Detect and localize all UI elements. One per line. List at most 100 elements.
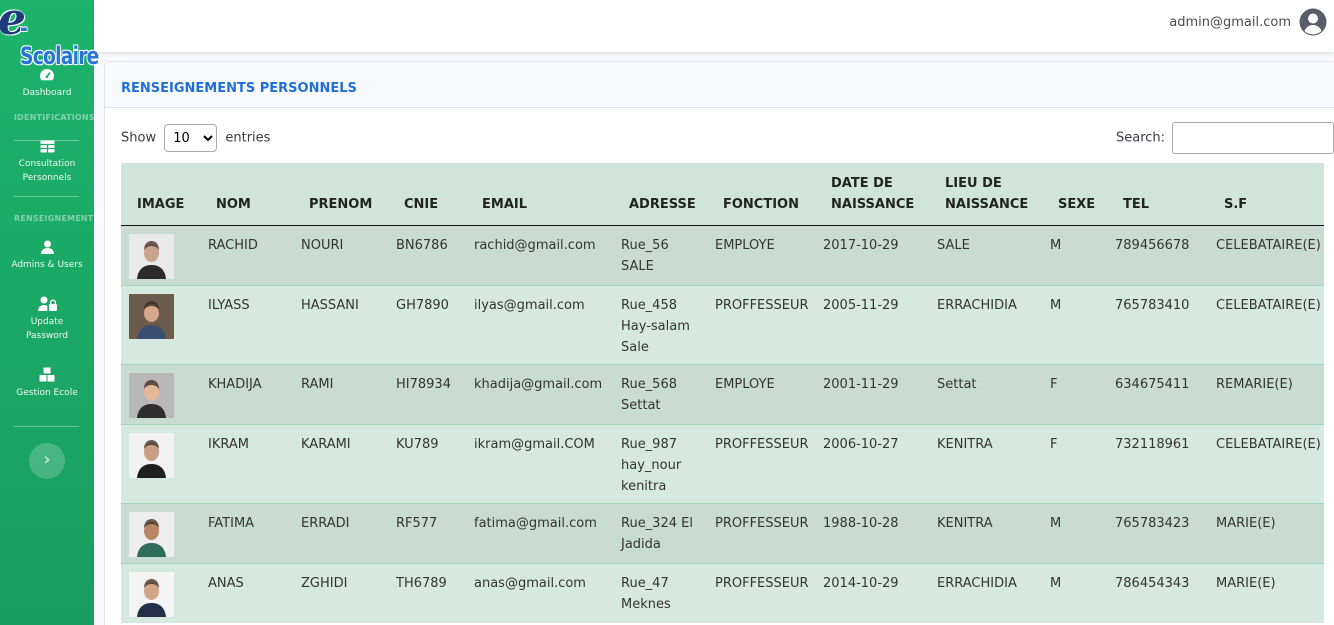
chevron-right-icon: › — [43, 449, 51, 470]
sidebar-item-admins-users[interactable]: Admins & Users — [0, 240, 94, 272]
cell-fonction: PROFFESSEUR — [707, 562, 815, 623]
table-row[interactable]: ANAS ZGHIDI TH6789 anas@gmail.com Rue_47 Mek… — [121, 562, 1324, 623]
cell-cnie: BN6786 — [388, 224, 466, 285]
cell-lieu: ERRACHIDIA — [929, 562, 1042, 623]
cell-email: fatima@gmail.com — [466, 502, 613, 563]
column-header-nom[interactable]: NOM — [200, 163, 293, 226]
sidebar-item-update-password[interactable]: Update Password — [0, 296, 94, 343]
cell-date: 2014-10-29 — [815, 562, 929, 623]
cell-email: khadija@gmail.com — [466, 363, 613, 424]
cell-prenom: KARAMI — [293, 423, 388, 503]
cell-nom: FATIMA — [200, 502, 293, 563]
column-header-prenom[interactable]: PRENOM — [293, 163, 388, 226]
table-body: RACHID NOURI BN6786 rachid@gmail.com Rue_56 … — [121, 224, 1324, 623]
table-row[interactable]: RACHID NOURI BN6786 rachid@gmail.com Rue_56 … — [121, 224, 1324, 285]
cell-prenom: RAMI — [293, 363, 388, 424]
search-input[interactable] — [1172, 122, 1334, 154]
table-icon — [40, 140, 54, 153]
cell-fonction: PROFFESSEUR — [707, 502, 815, 563]
column-header-fonction[interactable]: FONCTION — [707, 163, 815, 226]
cell-adresse: Rue_568 Settat — [613, 363, 707, 424]
entries-select[interactable]: 102550100 — [164, 124, 218, 152]
cell-lieu: SALE — [929, 224, 1042, 285]
table-row[interactable]: ILYASS HASSANI GH7890 ilyas@gmail.com Rue_45… — [121, 284, 1324, 364]
cell-adresse: Rue_56 SALE — [613, 224, 707, 285]
cubes-icon — [39, 367, 55, 382]
cell-tel: 765783410 — [1107, 284, 1208, 364]
column-header-tel[interactable]: TEL — [1107, 163, 1208, 226]
column-header-cnie[interactable]: CNIE — [388, 163, 466, 226]
cell-nom: KHADIJA — [200, 363, 293, 424]
cell-date: 2001-11-29 — [815, 363, 929, 424]
cell-date: 2017-10-29 — [815, 224, 929, 285]
table-row[interactable]: FATIMA ERRADI RF577 fatima@gmail.com Rue_324… — [121, 502, 1324, 563]
cell-adresse: Rue_324 El Jadida — [613, 502, 707, 563]
table-row[interactable]: IKRAM KARAMI KU789 ikram@gmail.COM Rue_987 h… — [121, 423, 1324, 503]
show-label: Show — [121, 130, 157, 146]
sidebar-divider — [14, 426, 79, 427]
profile-photo — [129, 372, 174, 418]
cell-fonction: PROFFESSEUR — [707, 423, 815, 503]
cell-image — [121, 363, 200, 424]
cell-nom: RACHID — [200, 224, 293, 285]
cell-nom: ANAS — [200, 562, 293, 623]
column-header-sexe[interactable]: SEXE — [1042, 163, 1107, 226]
cell-adresse: Rue_47 Meknes — [613, 562, 707, 623]
cell-sexe: M — [1042, 562, 1107, 623]
column-header-adresse[interactable]: ADRESSE — [613, 163, 707, 226]
column-header-date-naissance[interactable]: DATE DE NAISSANCE — [815, 163, 929, 226]
cell-prenom: ZGHIDI — [293, 562, 388, 623]
cell-sexe: F — [1042, 363, 1107, 424]
cell-image — [121, 562, 200, 623]
card-header: RENSEIGNEMENTS PERSONNELS — [105, 62, 1334, 108]
search-control: Search: — [1116, 122, 1334, 154]
cell-tel: 786454343 — [1107, 562, 1208, 623]
cell-fonction: EMPLOYE — [707, 224, 815, 285]
table-header: IMAGE NOM PRENOM CNIE EMAIL ADRESSE FONC… — [121, 163, 1324, 226]
brand-logo[interactable]: e -Scolaire — [0, 0, 104, 70]
cell-lieu: KENITRA — [929, 423, 1042, 503]
sidebar-item-gestion-ecole[interactable]: Gestion Ecole — [0, 367, 94, 400]
column-header-lieu-naissance[interactable]: LIEU DE NAISSANCE — [929, 163, 1042, 226]
cell-email: ikram@gmail.COM — [466, 423, 613, 503]
sidebar-heading-identifications: IDENTIFICATIONS — [14, 113, 95, 122]
cell-fonction: PROFFESSEUR — [707, 284, 815, 364]
cell-tel: 732118961 — [1107, 423, 1208, 503]
cell-cnie: TH6789 — [388, 562, 466, 623]
sidebar-toggle-button[interactable]: › — [29, 443, 65, 479]
cell-lieu: Settat — [929, 363, 1042, 424]
cell-cnie: GH7890 — [388, 284, 466, 364]
column-header-sf[interactable]: S.F — [1208, 163, 1324, 226]
cell-adresse: Rue_987 hay_nour kenitra — [613, 423, 707, 503]
cell-fonction: EMPLOYE — [707, 363, 815, 424]
profile-photo — [129, 432, 174, 478]
cell-cnie: KU789 — [388, 423, 466, 503]
entries-label: entries — [225, 130, 271, 146]
sidebar-heading-renseignements: RENSEIGNEMENTS — [14, 214, 100, 223]
search-label: Search: — [1116, 130, 1166, 146]
cell-sf: MARIE(E) — [1208, 502, 1324, 563]
cell-sexe: F — [1042, 423, 1107, 503]
column-header-email[interactable]: EMAIL — [466, 163, 613, 226]
sidebar-divider — [14, 196, 79, 197]
table-row[interactable]: KHADIJA RAMI HI78934 khadija@gmail.com Rue_5… — [121, 363, 1324, 424]
entries-length-control: Show 102550100 entries — [121, 124, 270, 152]
column-header-image[interactable]: IMAGE — [121, 163, 200, 226]
cell-lieu: KENITRA — [929, 502, 1042, 563]
user-email[interactable]: admin@gmail.com — [1169, 15, 1291, 30]
cell-prenom: NOURI — [293, 224, 388, 285]
sidebar-item-dashboard[interactable]: Dashboard — [0, 68, 94, 100]
sidebar-item-label: Update Password — [25, 317, 69, 341]
sidebar-item-consultation[interactable]: Consultation Personnels — [0, 140, 94, 185]
personnel-table-wrapper: IMAGE NOM PRENOM CNIE EMAIL ADRESSE FONC… — [121, 163, 1324, 623]
cell-nom: ILYASS — [200, 284, 293, 364]
sidebar: Dashboard IDENTIFICATIONS Consultation P… — [0, 0, 99, 625]
user-circle-icon[interactable] — [1299, 8, 1327, 36]
profile-photo — [129, 511, 174, 557]
sidebar-item-label: Admins & Users — [11, 260, 83, 270]
cell-tel: 634675411 — [1107, 363, 1208, 424]
cell-email: rachid@gmail.com — [466, 224, 613, 285]
cell-email: anas@gmail.com — [466, 562, 613, 623]
cell-cnie: RF577 — [388, 502, 466, 563]
sidebar-item-label: Consultation Personnels — [18, 159, 76, 183]
